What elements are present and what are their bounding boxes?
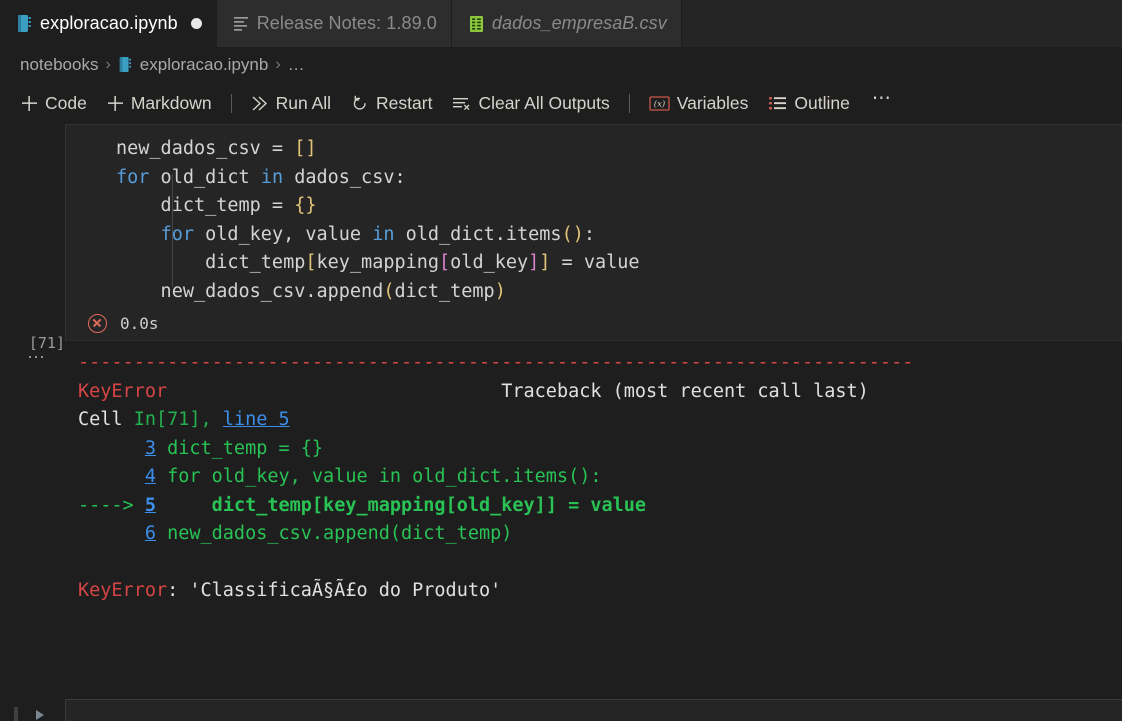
traceback-cell-word: Cell (78, 409, 134, 430)
toolbar-divider (230, 93, 232, 113)
clear-all-outputs-label: Clear All Outputs (478, 92, 610, 113)
unsaved-changes-dot-icon[interactable] (190, 18, 202, 29)
final-error-type: KeyError (78, 580, 168, 601)
breadcrumb-more[interactable]: … (288, 55, 305, 75)
frame-code: dict_temp = {} (167, 437, 324, 459)
outline-icon (768, 95, 787, 112)
notebook-body: [71] new_dados_csv = [] for old_dict in … (0, 124, 1122, 721)
next-cell-editor[interactable] (65, 699, 1122, 721)
clear-all-outputs-icon (452, 95, 471, 112)
tab-label: dados_empresaB.csv (491, 13, 667, 33)
frame-code: new_dados_csv.append(dict_temp) (167, 523, 513, 544)
next-notebook-cell[interactable] (0, 699, 1122, 721)
notebook-cell: [71] new_dados_csv = [] for old_dict in … (0, 124, 1122, 352)
tab-release-notes[interactable]: Release Notes: 1.89.0 (216, 0, 452, 47)
run-cell-icon[interactable] (36, 710, 44, 720)
clear-all-outputs-button[interactable]: Clear All Outputs (442, 90, 619, 117)
run-all-icon (251, 95, 269, 112)
error-type: KeyError (78, 380, 168, 402)
frame-arrow: ----> (78, 494, 134, 516)
cell-source-code[interactable]: new_dados_csv = [] for old_dict in dados… (66, 135, 1122, 306)
breadcrumb: notebooks › exploracao.ipynb › … (0, 47, 1122, 82)
variables-icon: (x) (649, 95, 670, 112)
toolbar-more-actions-button[interactable]: ⋯ (860, 89, 903, 113)
breadcrumb-separator: › (275, 55, 281, 73)
breadcrumb-file[interactable]: exploracao.ipynb (140, 55, 269, 75)
outline-button[interactable]: Outline (758, 90, 859, 117)
add-markdown-cell-button[interactable]: Markdown (97, 90, 222, 117)
tab-label: Release Notes: 1.89.0 (256, 13, 437, 33)
editor-tab-bar: exploracao.ipynb Release Notes: 1.89.0 d… (0, 0, 1122, 47)
add-markdown-cell-label: Markdown (130, 92, 212, 113)
cell-focus-indicator (14, 707, 18, 721)
error-circle-x-icon (88, 313, 107, 333)
final-error-message: : 'ClassificaÃ§Ã£o do Produto' (167, 580, 502, 601)
tab-exploracao-ipynb[interactable]: exploracao.ipynb (0, 0, 217, 47)
traceback-cell-ref: In[71], (133, 409, 212, 430)
variables-label: Variables (676, 92, 749, 113)
cell-execution-status: 0.0s (66, 306, 1122, 340)
traceback-divider: ----------------------------------------… (78, 352, 914, 373)
traceback-header: Traceback (most recent call last) (501, 380, 869, 402)
notebook-toolbar: Code Markdown Run All Restart Clear All … (0, 82, 1122, 124)
add-code-cell-button[interactable]: Code (11, 90, 97, 117)
indent-guide (172, 174, 173, 287)
frame-code: for old_key, value in old_dict.items(): (167, 466, 602, 487)
release-notes-icon (233, 15, 250, 32)
frame-line-number: 3 (144, 437, 156, 459)
traceback-line-link[interactable]: line 5 (223, 409, 290, 430)
frame-line-number: 5 (144, 494, 156, 516)
tab-label: exploracao.ipynb (40, 13, 178, 33)
restart-icon (351, 95, 369, 112)
frame-line-number: 4 (144, 466, 156, 487)
svg-text:(x): (x) (654, 98, 665, 109)
csv-file-icon (468, 15, 485, 33)
restart-kernel-button[interactable]: Restart (341, 90, 442, 117)
run-all-button[interactable]: Run All (241, 90, 341, 117)
output-more-actions-button[interactable]: ⋯ (27, 348, 48, 366)
restart-kernel-label: Restart (376, 92, 433, 113)
add-code-cell-label: Code (45, 92, 87, 113)
variables-button[interactable]: (x) Variables (639, 90, 759, 117)
plus-icon (21, 95, 38, 112)
tab-bar-empty-space (681, 0, 1122, 47)
cell-elapsed-time: 0.0s (120, 313, 159, 333)
breadcrumb-separator: › (105, 55, 111, 73)
run-all-label: Run All (275, 92, 332, 113)
tab-dados-empresab-csv[interactable]: dados_empresaB.csv (451, 0, 682, 47)
plus-icon (107, 95, 124, 112)
frame-line-number: 6 (144, 523, 156, 544)
cell-editor[interactable]: new_dados_csv = [] for old_dict in dados… (65, 124, 1122, 341)
notebook-icon (16, 14, 33, 33)
error-traceback: ----------------------------------------… (0, 349, 1122, 606)
cell-output: ⋯ --------------------------------------… (0, 341, 1122, 606)
outline-label: Outline (794, 92, 850, 113)
notebook-icon (118, 56, 133, 73)
breadcrumb-folder[interactable]: notebooks (20, 55, 98, 75)
toolbar-divider (628, 93, 630, 113)
frame-code: dict_temp[key_mapping[old_key]] = value (167, 494, 647, 516)
